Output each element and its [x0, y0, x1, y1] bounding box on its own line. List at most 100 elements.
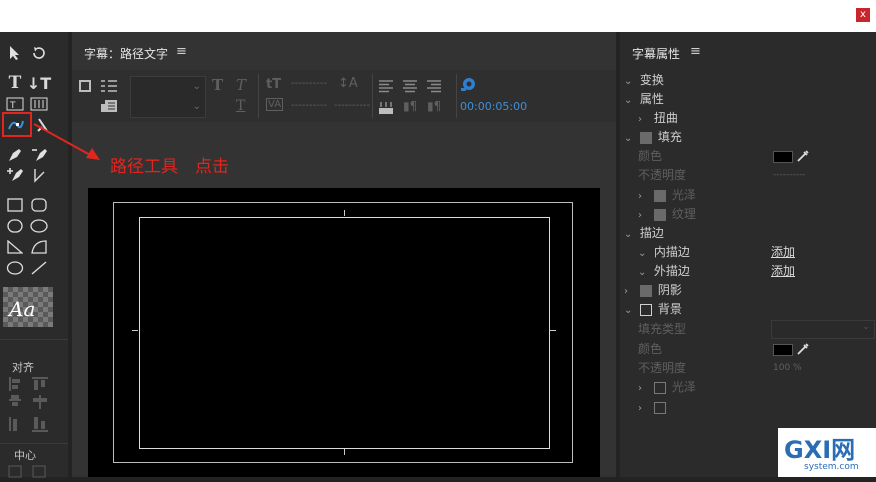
- section-texture[interactable]: › 纹理: [638, 205, 696, 224]
- underline-icon[interactable]: T: [236, 98, 245, 114]
- tab-stops-icon[interactable]: [100, 78, 118, 97]
- section-label: 扭曲: [653, 111, 678, 125]
- safe-title-margin-icon[interactable]: [378, 100, 394, 119]
- background-sheen-checkbox[interactable]: [653, 381, 666, 394]
- annotation-text: 路径工具 点击: [110, 157, 229, 177]
- watermark-brand: GXI网: [784, 436, 856, 464]
- font-size-value[interactable]: ----------: [291, 78, 327, 89]
- leading-icon[interactable]: ↕A: [338, 76, 358, 91]
- fill-type-select[interactable]: ⌄: [771, 320, 875, 339]
- template-icon[interactable]: [100, 98, 118, 118]
- section-distort[interactable]: › 扭曲: [638, 109, 678, 128]
- path-type-tool-icon[interactable]: [7, 116, 25, 134]
- show-background-video-icon[interactable]: [460, 76, 478, 96]
- title-canvas-panel: 字幕：路径文字 ≡ ⌄ ⌄ T T T tT VA ---------- ---…: [72, 32, 616, 477]
- section-label: 填充: [657, 130, 682, 144]
- align-center-icon[interactable]: [402, 78, 418, 97]
- selection-tool-icon[interactable]: [6, 44, 24, 62]
- toolbar-divider: [456, 74, 457, 118]
- background-color-label: 颜色: [638, 342, 663, 356]
- sheen-checkbox[interactable]: [653, 189, 666, 202]
- section-label: 属性: [639, 92, 664, 106]
- panel-menu-icon[interactable]: ≡: [690, 44, 701, 59]
- center-marker: [344, 449, 345, 455]
- font-family-select[interactable]: ⌄ ⌄: [130, 76, 206, 118]
- style-preview-swatch[interactable]: Aa: [3, 287, 53, 327]
- vertical-area-type-tool-icon[interactable]: [30, 95, 48, 113]
- clipped-rectangle-tool-icon[interactable]: [6, 217, 24, 235]
- fill-checkbox[interactable]: [639, 131, 652, 144]
- type-tool-icon[interactable]: T: [6, 73, 24, 93]
- close-button[interactable]: x: [856, 8, 870, 22]
- props-panel-title: 字幕属性: [632, 47, 681, 61]
- arc-tool-icon[interactable]: [30, 238, 48, 256]
- font-size-icon[interactable]: tT: [266, 77, 281, 92]
- section-outer-stroke[interactable]: ⌄ 外描边: [638, 262, 690, 281]
- area-type-tool-icon[interactable]: T: [6, 95, 24, 113]
- fill-opacity-value[interactable]: ----------: [773, 170, 805, 180]
- watermark-domain: system.com: [804, 462, 859, 472]
- center-marker: [550, 330, 556, 331]
- background-color-swatch[interactable]: [773, 344, 793, 356]
- leading-value[interactable]: ----------: [334, 100, 370, 111]
- section-background-sheen[interactable]: › 光泽: [638, 378, 696, 397]
- line-tool-icon[interactable]: [30, 259, 48, 277]
- section-label: 阴影: [657, 283, 682, 297]
- section-stroke[interactable]: ⌄ 描边: [624, 224, 664, 243]
- convert-anchor-tool-icon[interactable]: [30, 166, 48, 184]
- ellipse-tool-icon[interactable]: [6, 259, 24, 277]
- svg-text:T: T: [9, 101, 16, 111]
- section-attributes[interactable]: ⌄ 属性: [624, 90, 664, 109]
- timecode[interactable]: 00:00:05:00: [460, 100, 527, 113]
- bold-icon[interactable]: T: [212, 76, 223, 94]
- wedge-tool-icon[interactable]: [6, 238, 24, 256]
- shadow-checkbox[interactable]: [639, 284, 652, 297]
- section-label: 背景: [657, 302, 682, 316]
- vertical-type-tool-icon[interactable]: ↓T: [27, 74, 51, 93]
- roll-crawl-options-icon[interactable]: [78, 78, 92, 97]
- center-marker: [344, 210, 345, 216]
- fill-color-swatch[interactable]: [773, 151, 793, 163]
- eyedropper-icon[interactable]: [796, 341, 810, 360]
- section-shadow[interactable]: › 阴影: [624, 281, 682, 300]
- italic-icon[interactable]: T: [236, 76, 246, 94]
- align-right-icon[interactable]: [426, 78, 442, 97]
- rectangle-tool-icon[interactable]: [6, 196, 24, 214]
- section-background[interactable]: ⌄ 背景: [624, 300, 682, 319]
- section-background-texture[interactable]: ›: [638, 398, 672, 417]
- kerning-value[interactable]: ----------: [291, 100, 327, 111]
- add-inner-stroke-link[interactable]: 添加: [771, 243, 795, 262]
- add-outer-stroke-link[interactable]: 添加: [771, 262, 795, 281]
- section-sheen[interactable]: › 光泽: [638, 186, 696, 205]
- section-transform[interactable]: ⌄ 变换: [624, 71, 664, 90]
- title-safe-margin: [139, 217, 550, 449]
- canvas-panel-title: 字幕：路径文字: [84, 47, 169, 61]
- flush-left-icon[interactable]: ▮¶: [403, 99, 417, 113]
- align-left-icon[interactable]: [378, 78, 394, 97]
- background-checkbox[interactable]: [639, 303, 652, 316]
- section-label: 内描边: [653, 245, 690, 259]
- fill-opacity-label: 不透明度: [638, 168, 687, 182]
- background-texture-checkbox[interactable]: [653, 401, 666, 414]
- add-anchor-tool-icon[interactable]: [6, 166, 24, 184]
- rotation-tool-icon[interactable]: [30, 44, 48, 62]
- section-label: 变换: [639, 73, 664, 87]
- section-label: 光泽: [671, 188, 696, 202]
- center-marker: [132, 330, 138, 331]
- background-opacity-value[interactable]: 100 %: [773, 363, 802, 373]
- pen-tool-icon[interactable]: [6, 146, 24, 164]
- texture-checkbox[interactable]: [653, 208, 666, 221]
- eyedropper-icon[interactable]: [796, 148, 810, 167]
- rounded-rectangle-tool-icon[interactable]: [30, 196, 48, 214]
- section-inner-stroke[interactable]: ⌄ 内描边: [638, 243, 690, 262]
- panel-menu-icon[interactable]: ≡: [176, 44, 187, 59]
- ellipse-rectangle-tool-icon[interactable]: [30, 217, 48, 235]
- kerning-icon[interactable]: VA: [266, 98, 284, 111]
- section-fill[interactable]: ⌄ 填充: [624, 128, 682, 147]
- section-label: 纹理: [671, 207, 696, 221]
- background-fill-type-label: 填充类型: [638, 322, 687, 336]
- title-canvas[interactable]: [88, 188, 600, 477]
- title-bar: [0, 0, 876, 32]
- flush-right-icon[interactable]: ▮¶: [427, 99, 441, 113]
- divider: [0, 443, 68, 444]
